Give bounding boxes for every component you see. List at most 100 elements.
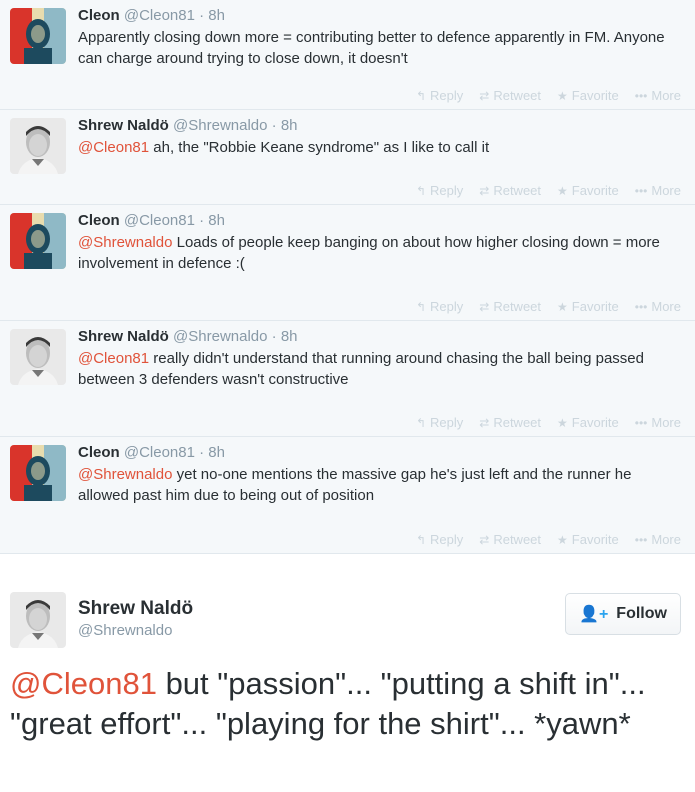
more-dots-icon: •••: [634, 532, 648, 547]
retweet-button[interactable]: ⇄ Retweet: [479, 299, 541, 314]
retweet-button[interactable]: ⇄ Retweet: [479, 532, 541, 547]
more-label: More: [651, 299, 681, 314]
retweet-button[interactable]: ⇄ Retweet: [479, 88, 541, 103]
tweet-text: Apparently closing down more = contribut…: [78, 27, 685, 69]
user-handle[interactable]: @Shrewnaldo: [78, 622, 172, 639]
tweet-actions: ↰ Reply ⇄ Retweet ★ Favorite ••• More: [416, 532, 681, 547]
reply-button[interactable]: ↰ Reply: [416, 183, 463, 198]
tweet-body: Apparently closing down more = contribut…: [78, 29, 665, 67]
timestamp[interactable]: 8h: [208, 212, 225, 229]
tweet[interactable]: Cleon @Cleon81 · 8h @Shrewnaldo yet no-o…: [0, 437, 695, 554]
reply-label: Reply: [430, 183, 464, 198]
retweet-icon: ⇄: [479, 183, 490, 198]
favorite-button[interactable]: ★ Favorite: [557, 88, 619, 103]
tweet[interactable]: Cleon @Cleon81 · 8h @Shrewnaldo Loads of…: [0, 205, 695, 321]
timestamp[interactable]: 8h: [281, 117, 298, 134]
reply-icon: ↰: [415, 183, 427, 198]
retweet-label: Retweet: [493, 299, 542, 314]
favorite-button[interactable]: ★ Favorite: [557, 299, 619, 314]
star-icon: ★: [557, 299, 568, 314]
reply-label: Reply: [430, 88, 464, 103]
more-button[interactable]: ••• More: [635, 183, 681, 198]
favorite-button[interactable]: ★ Favorite: [557, 183, 619, 198]
display-name[interactable]: Cleon: [78, 444, 120, 461]
timestamp[interactable]: 8h: [281, 328, 298, 345]
favorite-button[interactable]: ★ Favorite: [557, 532, 619, 547]
avatar-shrewnaldo[interactable]: [10, 329, 66, 385]
avatar-cleon[interactable]: [10, 8, 66, 64]
reply-label: Reply: [430, 299, 464, 314]
mention-link[interactable]: @Cleon81: [78, 139, 149, 156]
tweet-text: @Cleon81 ah, the "Robbie Keane syndrome"…: [78, 137, 685, 158]
tweet-actions: ↰ Reply ⇄ Retweet ★ Favorite ••• More: [416, 88, 681, 103]
avatar-cleon[interactable]: [10, 445, 66, 501]
retweet-label: Retweet: [493, 183, 542, 198]
user-handle[interactable]: @Cleon81: [124, 212, 195, 229]
more-dots-icon: •••: [634, 299, 648, 314]
more-button[interactable]: ••• More: [635, 532, 681, 547]
reply-icon: ↰: [415, 415, 427, 430]
avatar-shrewnaldo[interactable]: [10, 592, 66, 648]
mention-link[interactable]: @Shrewnaldo: [78, 466, 172, 483]
display-name[interactable]: Shrew Naldö: [78, 328, 169, 345]
follow-user-icon: 👤+: [579, 606, 609, 623]
tweet-actions: ↰ Reply ⇄ Retweet ★ Favorite ••• More: [416, 299, 681, 314]
mention-link[interactable]: @Shrewnaldo: [78, 234, 172, 251]
tweet-body: really didn't understand that running ar…: [78, 350, 644, 388]
more-button[interactable]: ••• More: [635, 88, 681, 103]
tweet-header: Cleon @Cleon81 · 8h: [78, 443, 685, 463]
retweet-button[interactable]: ⇄ Retweet: [479, 183, 541, 198]
separator-dot: ·: [271, 328, 277, 345]
retweet-icon: ⇄: [479, 532, 490, 547]
reply-icon: ↰: [415, 88, 427, 103]
favorite-button[interactable]: ★ Favorite: [557, 415, 619, 430]
tweet-header: Shrew Naldö @Shrewnaldo · 8h: [78, 327, 685, 347]
more-button[interactable]: ••• More: [635, 415, 681, 430]
reply-button[interactable]: ↰ Reply: [416, 88, 463, 103]
tweet-text: @Cleon81 really didn't understand that r…: [78, 348, 685, 390]
follow-button[interactable]: 👤+ Follow: [565, 593, 681, 635]
favorite-label: Favorite: [571, 88, 619, 103]
display-name[interactable]: Cleon: [78, 7, 120, 24]
display-name[interactable]: Cleon: [78, 212, 120, 229]
mention-link[interactable]: @Cleon81: [78, 350, 149, 367]
reply-icon: ↰: [415, 532, 427, 547]
timestamp[interactable]: 8h: [208, 7, 225, 24]
tweet-header: Cleon @Cleon81 · 8h: [78, 211, 685, 231]
tweet[interactable]: Shrew Naldö @Shrewnaldo · 8h @Cleon81 re…: [0, 321, 695, 437]
timestamp[interactable]: 8h: [208, 444, 225, 461]
more-button[interactable]: ••• More: [635, 299, 681, 314]
reply-button[interactable]: ↰ Reply: [416, 415, 463, 430]
tweet[interactable]: Cleon @Cleon81 · 8h Apparently closing d…: [0, 0, 695, 110]
star-icon: ★: [557, 88, 568, 103]
retweet-label: Retweet: [493, 415, 542, 430]
tweet-actions: ↰ Reply ⇄ Retweet ★ Favorite ••• More: [416, 415, 681, 430]
separator-dot: ·: [199, 444, 205, 461]
reply-button[interactable]: ↰ Reply: [416, 299, 463, 314]
display-name[interactable]: Shrew Naldö: [78, 117, 169, 134]
retweet-button[interactable]: ⇄ Retweet: [479, 415, 541, 430]
favorite-label: Favorite: [571, 183, 619, 198]
tweet-text: @Shrewnaldo Loads of people keep banging…: [78, 232, 685, 274]
tweet-text: @Shrewnaldo yet no-one mentions the mass…: [78, 464, 685, 506]
follow-label: Follow: [616, 605, 667, 622]
more-label: More: [651, 532, 681, 547]
star-icon: ★: [557, 532, 568, 547]
display-name[interactable]: Shrew Naldö: [78, 598, 193, 620]
reply-button[interactable]: ↰ Reply: [416, 532, 463, 547]
star-icon: ★: [557, 415, 568, 430]
star-icon: ★: [557, 183, 568, 198]
user-handle[interactable]: @Shrewnaldo: [173, 117, 267, 134]
user-handle[interactable]: @Cleon81: [124, 444, 195, 461]
user-handle[interactable]: @Shrewnaldo: [173, 328, 267, 345]
avatar-cleon[interactable]: [10, 213, 66, 269]
tweet[interactable]: Shrew Naldö @Shrewnaldo · 8h @Cleon81 ah…: [0, 110, 695, 205]
tweet-body: ah, the "Robbie Keane syndrome" as I lik…: [149, 139, 490, 156]
mention-link[interactable]: @Cleon81: [10, 666, 157, 701]
reply-label: Reply: [430, 532, 464, 547]
separator-dot: ·: [199, 212, 205, 229]
focused-tweet-text: @Cleon81 but "passion"... "putting a shi…: [10, 664, 685, 744]
more-dots-icon: •••: [634, 415, 648, 430]
avatar-shrewnaldo[interactable]: [10, 118, 66, 174]
user-handle[interactable]: @Cleon81: [124, 7, 195, 24]
